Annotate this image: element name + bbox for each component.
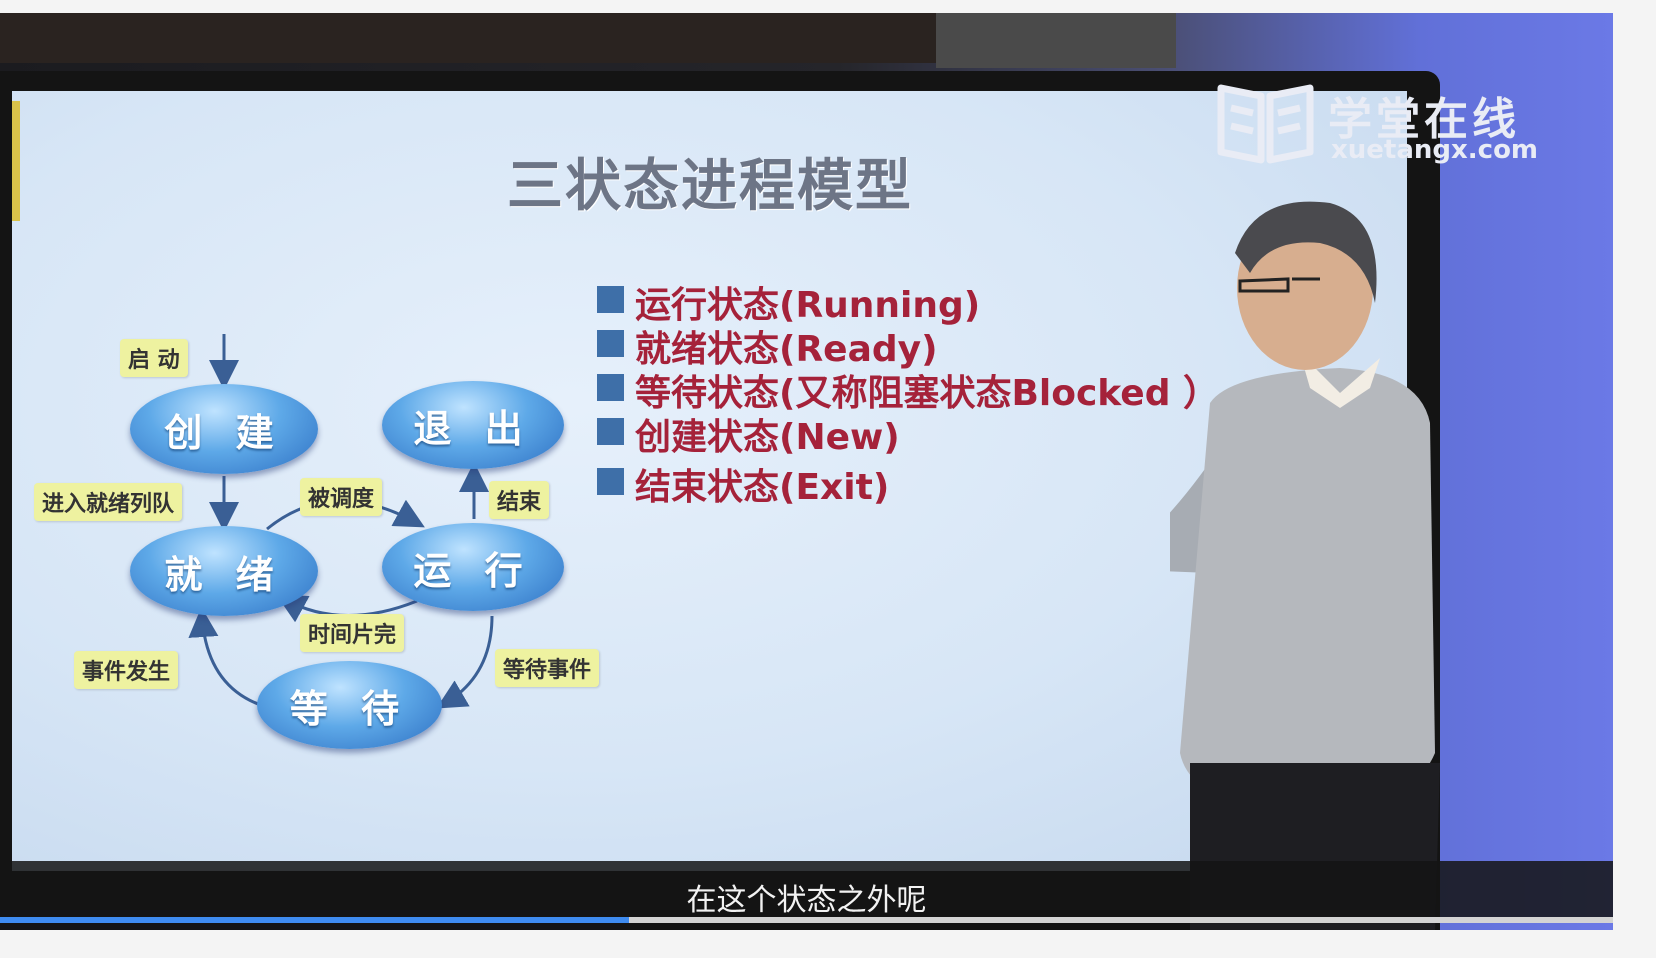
label-wait-event: 等待事件 [495,649,600,687]
background-panel [936,13,1176,68]
state-waiting: 等 待 [257,661,442,749]
presenter-figure [1170,201,1440,930]
bullet-text: 创建状态(New) [635,417,900,458]
xuetangx-watermark: 学堂在线 xuetangx.com [1213,73,1543,183]
bullet-square-icon [597,468,624,495]
bullet-text: 结束状态(Exit) [635,467,890,508]
state-ready: 就 绪 [130,526,318,616]
arrow-running-to-waiting [436,615,494,709]
label-event-occurs: 事件发生 [74,651,179,689]
video-progress-fill [0,917,630,923]
background-wall [0,13,936,63]
subtitle-text: 在这个状态之外呢 [686,883,927,918]
bullet-square-icon [597,286,624,313]
bullet-square-icon [597,330,624,357]
label-finish: 结束 [489,481,550,519]
label-start: 启 动 [120,339,188,377]
video-player[interactable]: 三状态进程模型 创 建 退 出 就 绪 运 行 等 待 启 动 进入就绪列队 被… [0,13,1613,930]
state-create: 创 建 [130,384,318,474]
state-exit: 退 出 [382,381,564,469]
subtitle-bar: 在这个状态之外呢 [0,861,1613,923]
state-running: 运 行 [382,523,564,611]
bullet-square-icon [597,374,624,401]
logo-domain: xuetangx.com [1331,135,1539,165]
bullet-square-icon [597,418,624,445]
label-enter-ready-queue: 进入就绪列队 [34,483,183,521]
label-scheduled: 被调度 [300,478,383,516]
video-progress-bar[interactable] [0,917,1613,923]
label-time-slice-done: 时间片完 [300,614,405,652]
book-logo-icon [1217,84,1314,164]
